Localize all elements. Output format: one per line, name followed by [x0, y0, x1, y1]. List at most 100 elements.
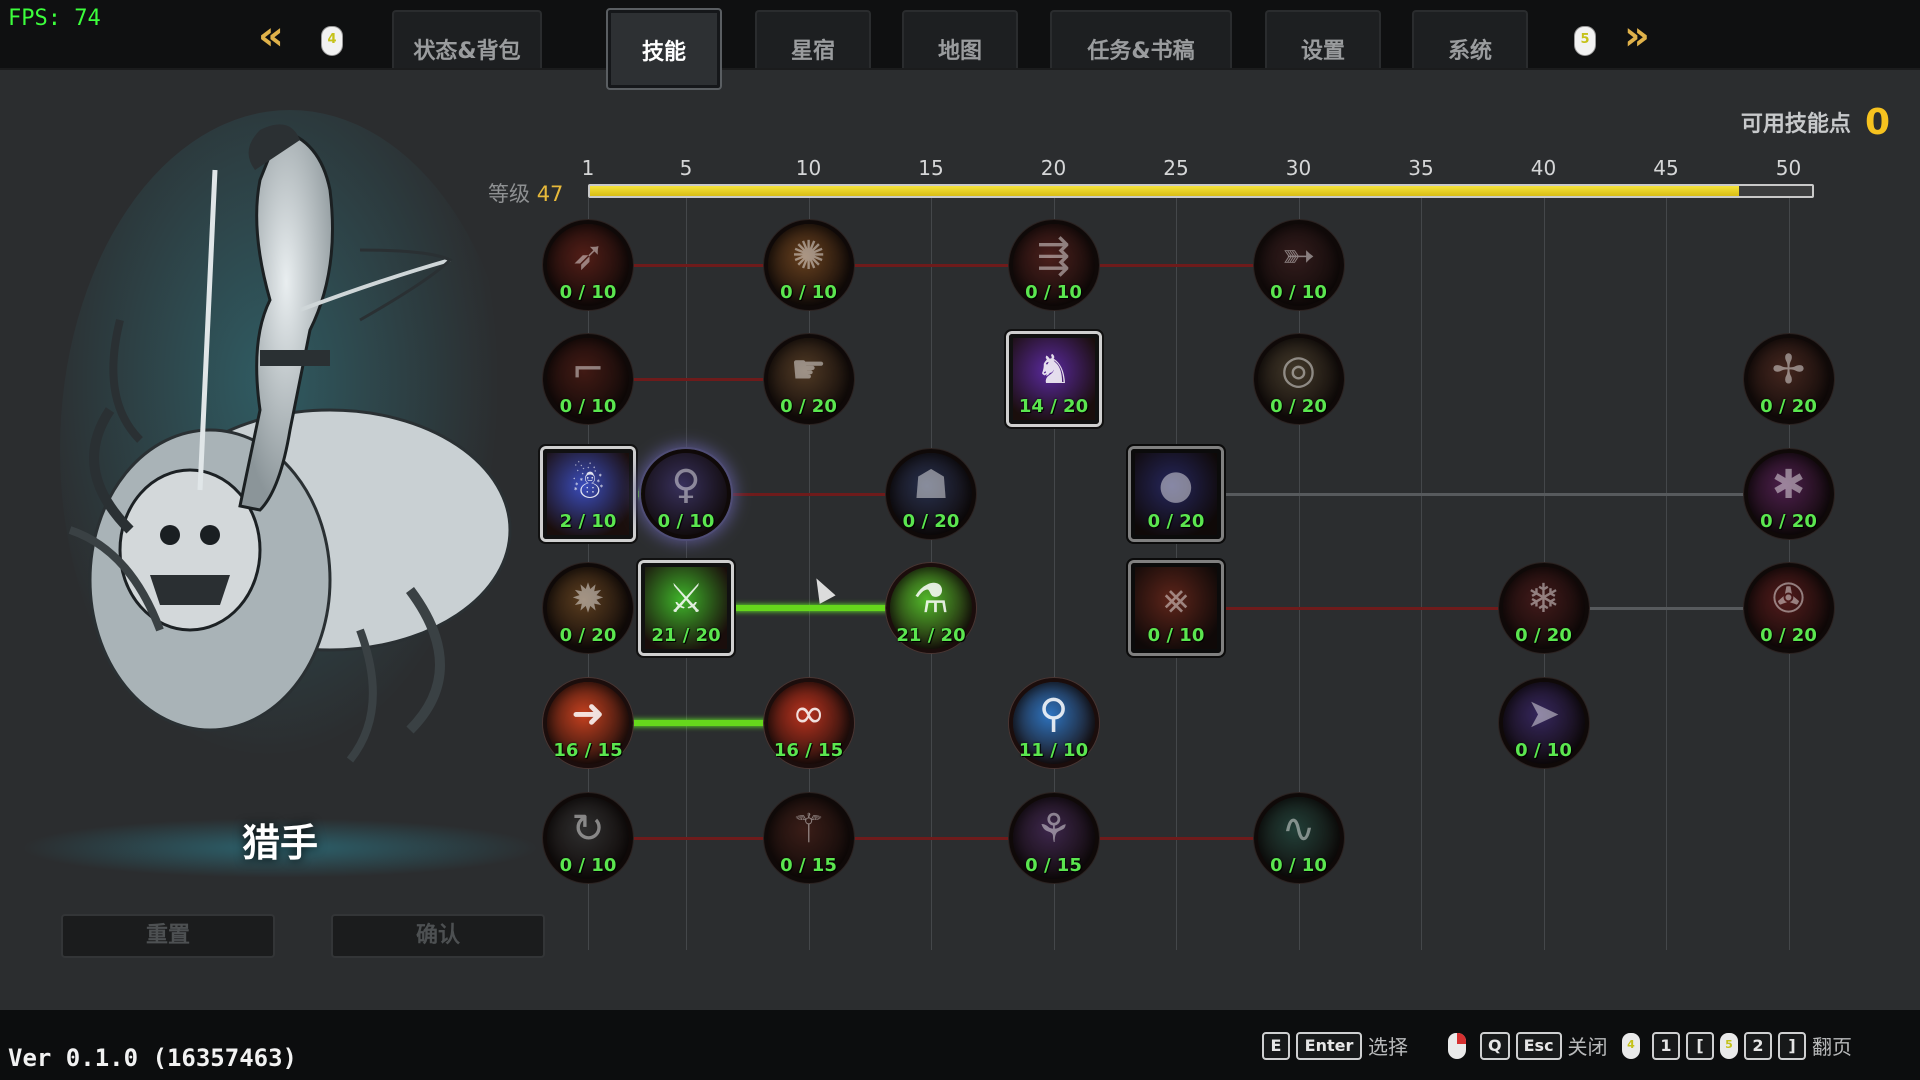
skill-node-frost-trap[interactable]: ❄ 0 / 20: [1498, 563, 1589, 653]
skill-connector-grey: [1176, 493, 1789, 496]
skill-level-label: 0 / 20: [1760, 625, 1817, 646]
skill-node-scarecrow[interactable]: ☃ 2 / 10: [543, 449, 633, 539]
skill-level-label: 0 / 10: [657, 511, 715, 532]
tab-quests-manuscripts[interactable]: 任务&书稿: [1050, 10, 1232, 68]
skill-node-crossbow[interactable]: ✢ 0 / 20: [1743, 334, 1834, 424]
skill-node-fleet-foot[interactable]: ⚲ 11 / 10: [1008, 678, 1099, 768]
key-left-bracket: [: [1686, 1031, 1714, 1060]
skill-node-musket[interactable]: ⌐ 0 / 10: [543, 334, 633, 424]
skill-connector-red: [1176, 607, 1544, 610]
skill-node-shadow-step[interactable]: ➤ 0 / 10: [1498, 678, 1589, 768]
skill-node-boomerang[interactable]: ↻ 0 / 10: [543, 793, 633, 883]
skill-level-label: 21 / 20: [651, 625, 721, 646]
key-1: 1: [1652, 1031, 1680, 1060]
skill-node-chain-whip[interactable]: ∞ 16 / 15: [763, 678, 854, 768]
ruler-tick-label: 45: [1653, 156, 1679, 180]
skill-node-bear-trap[interactable]: ⨳ 0 / 10: [1131, 563, 1221, 653]
next-page-mouse-key: 5: [1574, 26, 1596, 56]
skill-level-label: 0 / 10: [1270, 282, 1327, 303]
skill-node-blue-orb[interactable]: ● 0 / 20: [1131, 449, 1221, 539]
select-hint: E Enter 选择: [1262, 1031, 1408, 1060]
scarecrow-icon: ☃: [570, 462, 606, 508]
skill-node-purple-burst[interactable]: ✱ 0 / 20: [1743, 449, 1834, 539]
spread-arrows-icon: ⇶: [1036, 233, 1071, 279]
confirm-button[interactable]: 确认: [331, 914, 545, 958]
skill-level-label: 0 / 20: [902, 511, 960, 532]
skill-node-throwing-knives[interactable]: ⚚ 0 / 15: [763, 793, 854, 883]
skill-node-ghost-summon[interactable]: ☗ 0 / 20: [886, 449, 976, 539]
orb-icon: ●: [1158, 462, 1194, 508]
next-page-arrow-icon[interactable]: »: [1624, 16, 1650, 56]
skill-level-label: 0 / 20: [1760, 511, 1817, 532]
available-skill-points: 可用技能点 0: [1741, 100, 1890, 144]
tab-skills[interactable]: 技能: [606, 8, 722, 90]
ruler-tick-label: 40: [1530, 156, 1557, 180]
crossbow-icon: ✢: [1771, 347, 1806, 393]
skill-node-target[interactable]: ◎ 0 / 20: [1253, 334, 1344, 424]
boomerang-icon: ↻: [571, 806, 605, 852]
snowflake-icon: ❄: [1526, 576, 1561, 622]
skill-node-poison-flask[interactable]: ⚗ 21 / 20: [886, 563, 976, 653]
skill-node-piercing-arrow[interactable]: ➳ 0 / 10: [1253, 220, 1344, 310]
tab-constellation[interactable]: 星宿: [755, 10, 871, 68]
tab-settings[interactable]: 设置: [1265, 10, 1381, 68]
bear-trap-icon: ⨳: [1163, 576, 1189, 622]
bow-icon: ➶: [571, 233, 605, 279]
skill-node-spirit-aura[interactable]: ♀ 0 / 10: [641, 449, 731, 539]
skill-node-bow-shot[interactable]: ➶ 0 / 10: [543, 220, 633, 310]
tab-status-bag[interactable]: 状态&背包: [392, 10, 542, 68]
knives-icon: ⚚: [790, 806, 827, 852]
mouse-forward-button-icon: 5: [1720, 1032, 1738, 1059]
tab-label: 状态&背包: [413, 39, 521, 64]
fps-counter: FPS: 74: [8, 6, 101, 31]
spirit-icon: ♀: [671, 462, 701, 508]
skill-node-explosive-trap[interactable]: ✹ 0 / 20: [543, 563, 633, 653]
skill-node-multi-arrow[interactable]: ⇶ 0 / 10: [1008, 220, 1099, 310]
page-hint-label: 翻页: [1812, 1035, 1852, 1059]
skill-level-label: 0 / 15: [1025, 855, 1082, 876]
tab-label: 系统: [1447, 39, 1492, 64]
acrobat-icon: ⚘: [1035, 806, 1072, 852]
skill-level-label: 0 / 15: [780, 855, 837, 876]
whip-icon: ∿: [1281, 806, 1316, 852]
pistol-icon: ☛: [790, 347, 827, 393]
skill-node-poison-blade[interactable]: ⚔ 21 / 20: [641, 563, 731, 653]
mouse-forward-label: 5: [1725, 1037, 1733, 1051]
skill-level-label: 0 / 20: [1515, 625, 1572, 646]
ruler-tick-label: 25: [1163, 156, 1189, 180]
skill-level-label: 14 / 20: [1018, 396, 1089, 417]
pierce-arrow-icon: ➳: [1281, 233, 1316, 279]
purple-burst-icon: ✱: [1771, 462, 1806, 508]
flask-icon: ⚗: [913, 576, 949, 622]
level-progress-fill: [590, 186, 1739, 196]
prev-page-arrow-icon[interactable]: «: [258, 16, 284, 56]
tab-map[interactable]: 地图: [902, 10, 1018, 68]
skill-points-label: 可用技能点: [1740, 112, 1851, 137]
hunter-character-portrait: [68, 124, 512, 763]
key-enter: Enter: [1296, 1031, 1362, 1060]
prev-page-mouse-key: 4: [321, 26, 343, 56]
ruler-tick-label: 1: [581, 156, 595, 180]
dash-icon: ➤: [1526, 691, 1561, 737]
skill-node-shadow-hound[interactable]: ♞ 14 / 20: [1008, 334, 1099, 424]
target-icon: ◎: [1281, 347, 1316, 393]
skill-level-label: 16 / 15: [773, 740, 844, 761]
skill-level-label: 0 / 20: [1760, 396, 1817, 417]
skill-node-cluster-trap[interactable]: ✇ 0 / 20: [1743, 563, 1834, 653]
skill-node-chain-hook[interactable]: ➜ 16 / 15: [543, 678, 633, 768]
skill-node-dodge-roll[interactable]: ⚘ 0 / 15: [1008, 793, 1099, 883]
tab-label: 地图: [937, 39, 982, 64]
skill-level-label: 0 / 10: [1515, 740, 1572, 761]
hound-icon: ♞: [1035, 347, 1072, 393]
skill-node-whip-lash[interactable]: ∿ 0 / 10: [1253, 793, 1344, 883]
skill-node-pistol[interactable]: ☛ 0 / 20: [763, 334, 854, 424]
ruler-tick-label: 50: [1775, 156, 1802, 180]
skill-level-label: 0 / 20: [1147, 511, 1205, 532]
skill-node-fire-arrow[interactable]: ✺ 0 / 10: [763, 220, 854, 310]
grid-column-line: [1666, 198, 1667, 950]
tab-label: 设置: [1300, 39, 1345, 64]
skill-level-label: 0 / 10: [1270, 855, 1327, 876]
reset-button[interactable]: 重置: [61, 914, 275, 958]
key-e: E: [1262, 1031, 1290, 1060]
tab-system[interactable]: 系统: [1412, 10, 1528, 68]
